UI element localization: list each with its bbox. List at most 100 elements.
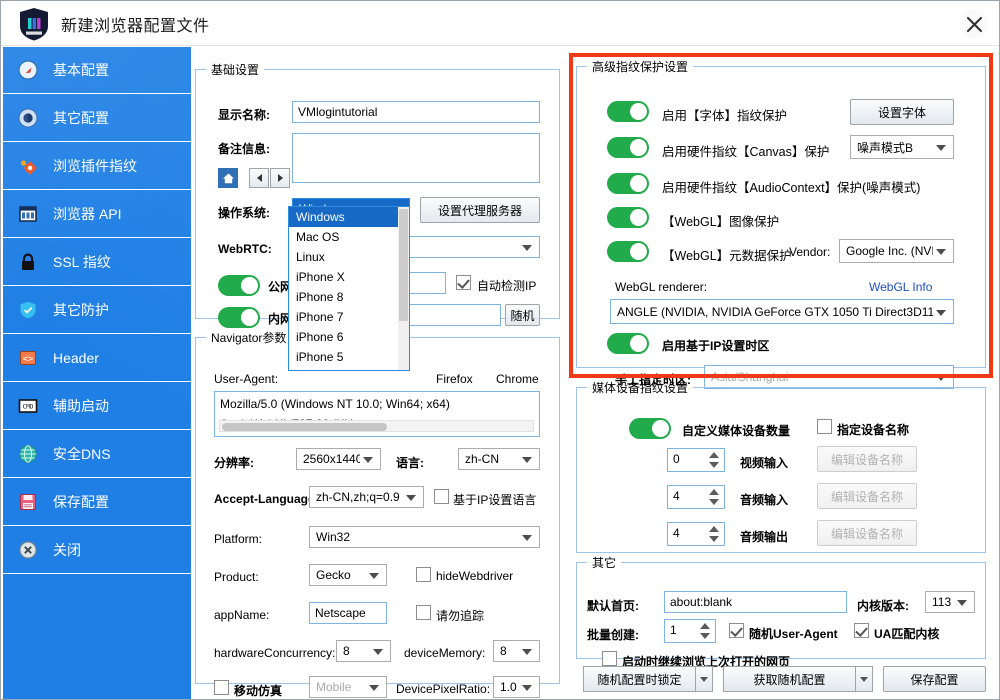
os-option[interactable]: iPhone X (289, 267, 409, 287)
save-config-button[interactable]: 保存配置 (883, 666, 986, 692)
os-option[interactable]: Linux (289, 247, 409, 267)
appname-input[interactable] (309, 602, 387, 624)
batch-step-up[interactable] (699, 622, 710, 630)
sidebar-item-browser-api[interactable]: 浏览器 API (3, 190, 191, 238)
batch-create-value: 1 (670, 623, 677, 637)
audio-output-step-down[interactable] (708, 535, 719, 543)
audio-input-spinner[interactable]: 4 (667, 485, 725, 509)
device-memory-select[interactable]: 8 (493, 640, 540, 662)
os-option[interactable]: iPhone 6 (289, 327, 409, 347)
os-option[interactable]: iPhone 8 (289, 287, 409, 307)
video-input-step-down[interactable] (708, 461, 719, 469)
os-option[interactable]: iPhone 7 (289, 307, 409, 327)
sidebar-item-other-config[interactable]: 其它配置 (3, 94, 191, 142)
resolution-value: 2560x1440 (303, 452, 360, 466)
auto-detect-ip-checkbox[interactable] (456, 275, 471, 290)
audio-output-spinner[interactable]: 4 (667, 522, 725, 546)
sidebar-item-other-protection[interactable]: 其它防护 (3, 286, 191, 334)
restore-tabs-checkbox[interactable] (602, 651, 617, 666)
home-icon[interactable] (218, 168, 238, 188)
random-user-agent-checkbox[interactable] (729, 623, 744, 638)
remark-textarea[interactable] (292, 133, 540, 183)
resolution-select[interactable]: 2560x1440 (296, 448, 381, 470)
audio-output-edit-device-name-button[interactable]: 编辑设备名称 (817, 520, 917, 546)
accept-language-select[interactable]: zh-CN,zh;q=0.9 (309, 486, 424, 508)
sidebar-item-save-config[interactable]: 保存配置 (3, 478, 191, 526)
sidebar-item-secure-dns[interactable]: 安全DNS (3, 430, 191, 478)
canvas-noise-mode-select[interactable]: 噪声模式B (850, 135, 954, 159)
custom-media-count-toggle[interactable] (629, 418, 671, 439)
proxy-settings-button[interactable]: 设置代理服务器 (420, 197, 540, 223)
private-ip-toggle[interactable] (218, 307, 260, 328)
font-settings-button[interactable]: 设置字体 (850, 99, 954, 125)
batch-step-down[interactable] (699, 632, 710, 640)
kernel-version-select[interactable]: 113 (925, 591, 975, 613)
sidebar-item-label: 关闭 (53, 541, 81, 558)
os-dropdown-popup[interactable]: Windows Mac OS Linux iPhone X iPhone 8 i… (288, 206, 410, 371)
os-option[interactable]: Windows (289, 207, 409, 227)
do-not-track-checkbox[interactable] (416, 605, 431, 620)
sidebar-item-basic[interactable]: 基本配置 (3, 46, 191, 94)
video-input-step-up[interactable] (708, 451, 719, 459)
hide-webdriver-checkbox[interactable] (416, 567, 431, 582)
sidebar-item-label: 其它防护 (53, 301, 109, 318)
hardware-concurrency-select[interactable]: 8 (336, 640, 391, 662)
lang-by-ip-checkbox[interactable] (434, 489, 449, 504)
os-dropdown-scrollbar[interactable] (398, 207, 409, 370)
accept-language-label: Accept-Language: (214, 492, 319, 506)
webgl-renderer-select[interactable]: ANGLE (NVIDIA, NVIDIA GeForce GTX 1050 T… (610, 299, 954, 324)
canvas-protection-toggle[interactable] (607, 137, 649, 158)
chrome-link[interactable]: Chrome (496, 372, 539, 386)
dpr-select[interactable]: 1.0 (493, 676, 540, 698)
user-agent-textarea[interactable]: Mozilla/5.0 (Windows NT 10.0; Win64; x64… (214, 391, 540, 437)
chevron-down-icon[interactable] (855, 666, 873, 692)
specify-device-name-checkbox[interactable] (817, 419, 832, 434)
video-edit-device-name-button[interactable]: 编辑设备名称 (817, 446, 917, 472)
audio-output-step-up[interactable] (708, 525, 719, 533)
os-option[interactable]: Mac OS (289, 227, 409, 247)
product-select[interactable]: Gecko (309, 564, 387, 586)
audio-input-step-up[interactable] (708, 488, 719, 496)
fetch-random-main[interactable]: 获取随机配置 (723, 666, 855, 692)
video-input-spinner[interactable]: 0 (667, 448, 725, 472)
mobile-device-select[interactable]: Mobile (309, 676, 387, 698)
lock-on-random-split-button[interactable]: 随机配置时锁定 (583, 666, 713, 692)
audio-input-edit-device-name-button[interactable]: 编辑设备名称 (817, 483, 917, 509)
chevron-down-icon[interactable] (695, 666, 713, 692)
firefox-link[interactable]: Firefox (436, 372, 473, 386)
arrow-left-icon[interactable] (249, 168, 269, 188)
timezone-by-ip-toggle[interactable] (607, 333, 649, 354)
webgl-vendor-select[interactable]: Google Inc. (NVID (839, 239, 954, 263)
os-option[interactable]: iPhone 5 (289, 347, 409, 367)
video-input-value: 0 (673, 452, 680, 466)
sidebar-item-close[interactable]: 关闭 (3, 526, 191, 574)
fetch-random-split-button[interactable]: 获取随机配置 (723, 666, 873, 692)
webgl-info-link[interactable]: WebGL Info (869, 280, 932, 294)
random-ip-button[interactable]: 随机 (505, 304, 540, 326)
lock-on-random-main[interactable]: 随机配置时锁定 (583, 666, 695, 692)
ua-match-kernel-checkbox[interactable] (854, 623, 869, 638)
user-agent-hscrollbar[interactable] (219, 420, 534, 432)
homepage-input[interactable] (664, 591, 847, 613)
audiocontext-protection-toggle[interactable] (607, 173, 649, 194)
canvas-protection-label: 启用硬件指纹【Canvas】保护 (662, 145, 830, 159)
platform-select[interactable]: Win32 (309, 526, 540, 548)
sidebar-item-ssl-fingerprint[interactable]: SSL 指纹 (3, 238, 191, 286)
batch-create-spinner[interactable]: 1 (664, 619, 716, 643)
webgl-metadata-protection-toggle[interactable] (607, 241, 649, 262)
sidebar-item-assisted-launch[interactable]: CMD 辅助启动 (3, 382, 191, 430)
ua-match-kernel-label: UA匹配内核 (874, 627, 940, 641)
sidebar-item-header[interactable]: <> Header (3, 334, 191, 382)
resolution-label: 分辨率: (214, 456, 254, 470)
public-ip-toggle[interactable] (218, 275, 260, 296)
sidebar-item-plugin-fingerprint[interactable]: 浏览插件指纹 (3, 142, 191, 190)
language-select[interactable]: zh-CN (458, 448, 540, 470)
font-protection-toggle[interactable] (607, 101, 649, 122)
arrow-right-icon[interactable] (270, 168, 290, 188)
mobile-emulation-checkbox[interactable] (214, 680, 229, 695)
webgl-image-protection-toggle[interactable] (607, 207, 649, 228)
basic-settings-legend: 基础设置 (211, 63, 260, 77)
audio-input-step-down[interactable] (708, 498, 719, 506)
display-name-input[interactable] (292, 101, 540, 123)
close-icon[interactable] (959, 9, 989, 39)
